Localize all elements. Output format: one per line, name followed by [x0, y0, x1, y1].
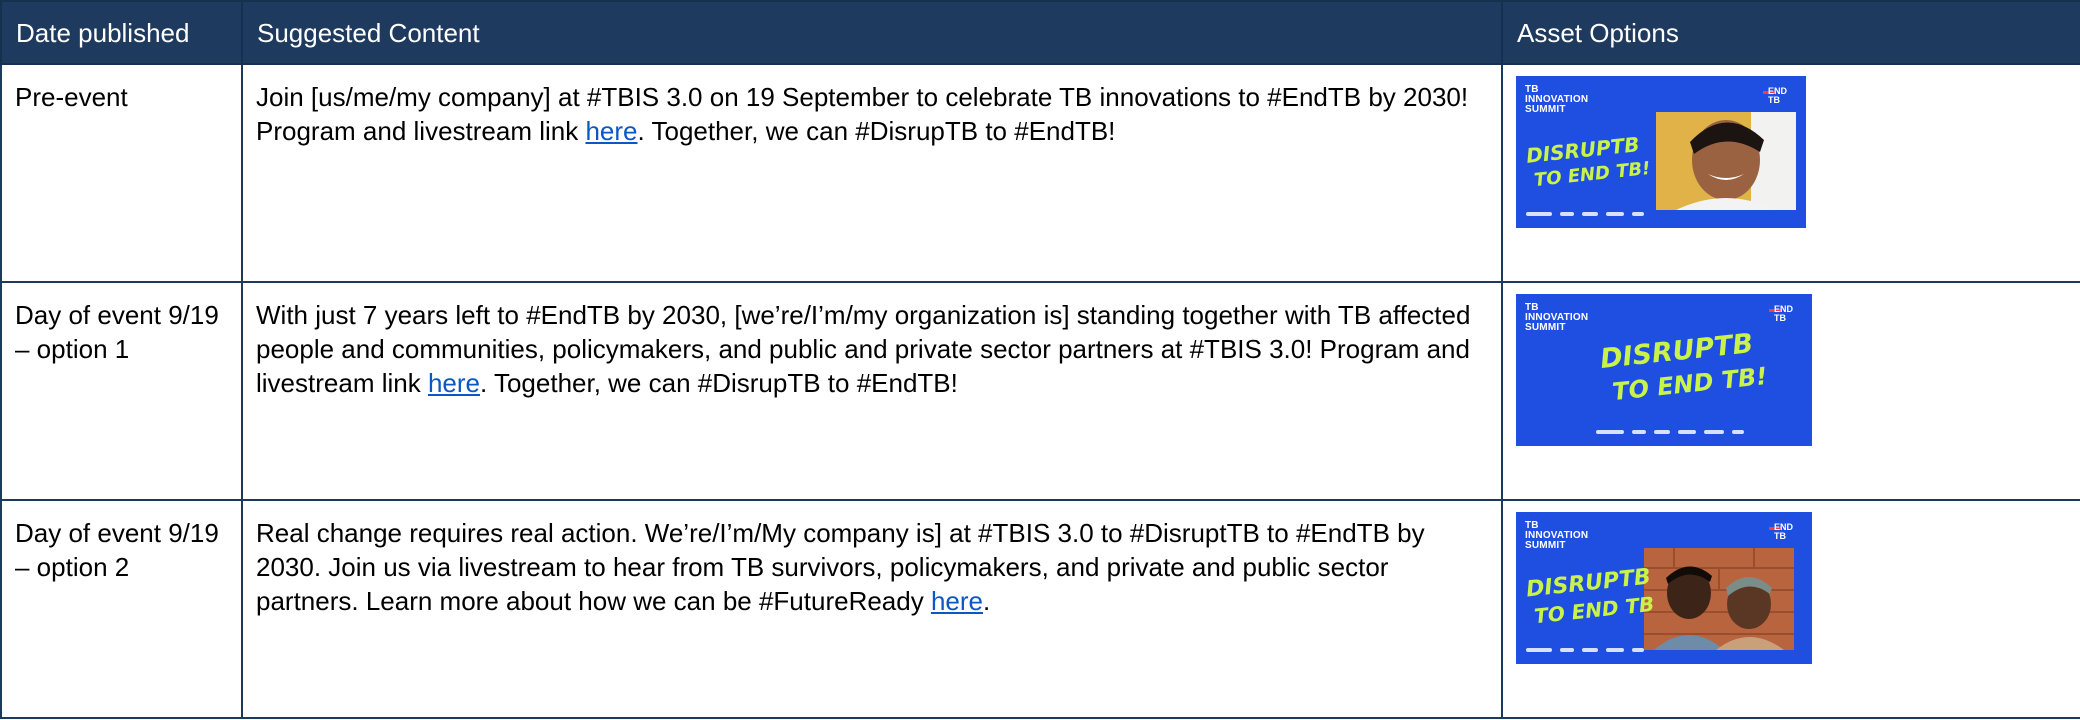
content-text-end: . Together, we can #DisrupTB to #EndTB! — [637, 116, 1116, 146]
end-tb-logo-text: END TB — [1774, 304, 1794, 323]
partner-logos — [1526, 646, 1676, 654]
smiling-person-icon — [1656, 112, 1796, 210]
asset-thumbnail-image[interactable]: TB INNOVATION SUMMIT END TB DISRUPTB TO … — [1516, 512, 1812, 664]
content-cell: With just 7 years left to #EndTB by 2030… — [241, 281, 1503, 501]
header-date-published: Date published — [0, 0, 243, 65]
livestream-link[interactable]: here — [585, 116, 637, 146]
content-cell: Join [us/me/my company] at #TBIS 3.0 on … — [241, 63, 1503, 283]
summit-logo-text: TB INNOVATION SUMMIT — [1525, 84, 1589, 115]
date-cell: Pre-event — [0, 63, 243, 283]
partner-logos — [1596, 428, 1766, 436]
asset-cell: TB INNOVATION SUMMIT END TB DISRUPTB TO … — [1501, 281, 2080, 501]
content-cell: Real change requires real action. We’re/… — [241, 499, 1503, 719]
content-text-end: . Together, we can #DisrupTB to #EndTB! — [479, 368, 958, 398]
livestream-link[interactable]: here — [931, 586, 983, 616]
table-row: Pre-event Join [us/me/my company] at #TB… — [0, 63, 2080, 283]
table-header-row: Date published Suggested Content Asset O… — [0, 0, 2080, 65]
header-asset-options: Asset Options — [1501, 0, 2080, 65]
asset-cell: TB INNOVATION SUMMIT END TB DISRUPTB TO … — [1501, 499, 2080, 719]
end-tb-logo-text: END TB — [1768, 86, 1788, 105]
end-tb-logo-text: END TB — [1774, 522, 1794, 541]
asset-thumbnail-image[interactable]: TB INNOVATION SUMMIT END TB DISRUPTB TO … — [1516, 294, 1812, 446]
summit-logo-text: TB INNOVATION SUMMIT — [1525, 520, 1589, 551]
table-row: Day of event 9/19 – option 2 Real change… — [0, 499, 2080, 719]
person-photo — [1656, 112, 1796, 210]
header-suggested-content: Suggested Content — [241, 0, 1503, 65]
date-cell: Day of event 9/19 – option 2 — [0, 499, 243, 719]
content-text-end: . — [983, 586, 991, 616]
livestream-link[interactable]: here — [428, 368, 480, 398]
date-cell: Day of event 9/19 – option 1 — [0, 281, 243, 501]
summit-logo-text: TB INNOVATION SUMMIT — [1525, 302, 1589, 333]
content-text: Real change requires real action. We’re/… — [256, 518, 1425, 616]
asset-cell: TB INNOVATION SUMMIT END TB DISRUPTB TO … — [1501, 63, 2080, 283]
table-row: Day of event 9/19 – option 1 With just 7… — [0, 281, 2080, 501]
two-people-photo — [1644, 548, 1794, 650]
two-people-icon — [1644, 548, 1794, 650]
social-content-table: Date published Suggested Content Asset O… — [0, 0, 2080, 719]
partner-logos — [1526, 210, 1676, 218]
asset-thumbnail-image[interactable]: TB INNOVATION SUMMIT END TB DISRUPTB TO … — [1516, 76, 1806, 228]
